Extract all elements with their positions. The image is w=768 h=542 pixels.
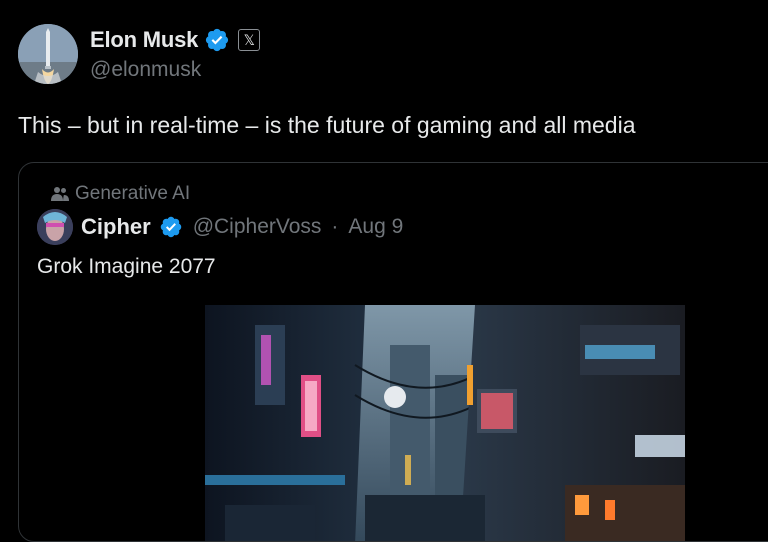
quoted-post-media[interactable] — [205, 305, 685, 541]
quoted-author-handle[interactable]: @CipherVoss — [193, 215, 322, 239]
rocket-launch-image — [18, 24, 78, 84]
post-date[interactable]: Aug 9 — [348, 215, 403, 239]
cyber-face-image — [37, 209, 73, 245]
author-handle[interactable]: @elonmusk — [90, 58, 260, 82]
cyberpunk-alley-image — [205, 305, 685, 541]
author-name[interactable]: Elon Musk — [90, 27, 198, 53]
quoted-author-name[interactable]: Cipher — [81, 214, 151, 240]
author-avatar[interactable] — [18, 24, 78, 84]
quoted-author-avatar[interactable] — [37, 209, 73, 245]
tweet-text: This – but in real-time – is the future … — [18, 112, 636, 138]
community-label: Generative AI — [75, 183, 191, 204]
meta-separator: · — [331, 215, 339, 238]
quoted-post[interactable]: Generative AI Cipher @CipherVoss · Aug 9… — [18, 162, 768, 542]
verified-badge-icon[interactable] — [159, 215, 183, 239]
verified-badge-icon[interactable] — [204, 27, 230, 53]
community-context[interactable]: Generative AI — [51, 183, 190, 205]
quoted-author-row: Cipher @CipherVoss · Aug 9 — [37, 209, 403, 245]
x-affiliation-icon[interactable]: 𝕏 — [238, 29, 261, 51]
community-icon — [51, 187, 69, 201]
author-block: Elon Musk 𝕏 @elonmusk — [90, 26, 261, 82]
quoted-post-text: Grok Imagine 2077 — [37, 255, 216, 278]
